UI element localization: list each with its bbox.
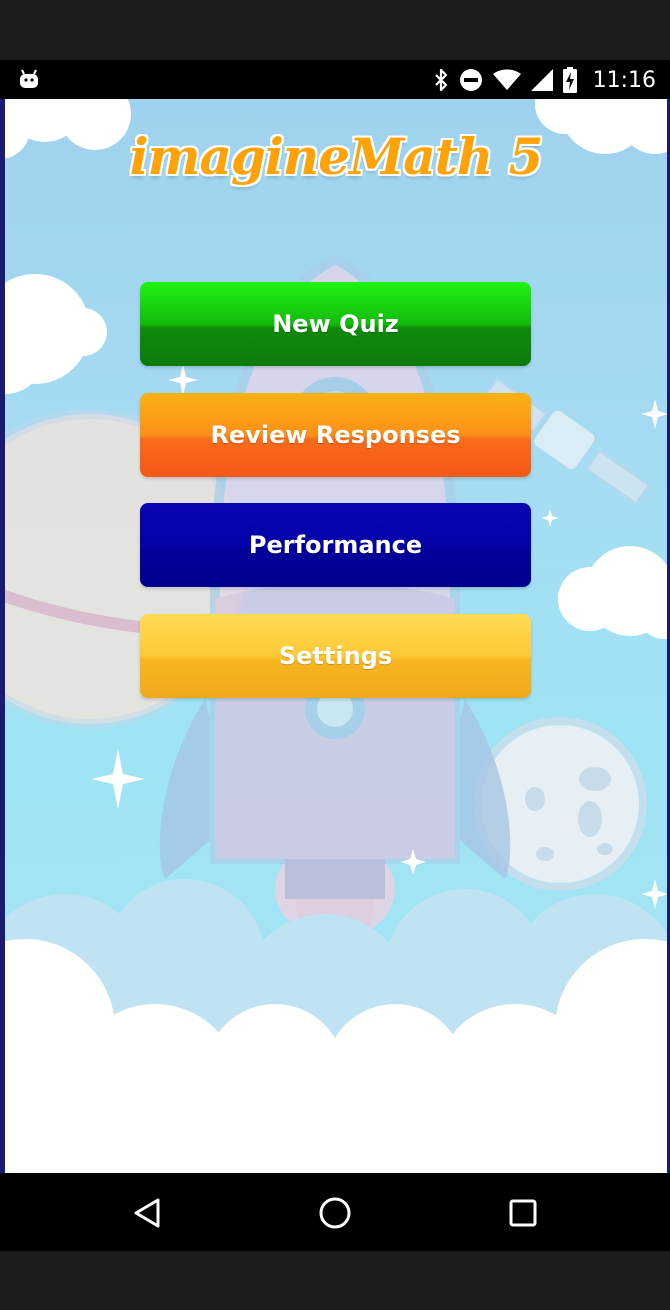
new-quiz-button[interactable]: New Quiz <box>140 282 531 366</box>
android-icon <box>20 69 38 88</box>
battery-charging-icon <box>562 67 577 93</box>
review-responses-button[interactable]: Review Responses <box>140 393 531 477</box>
app-content: imagineMath 5 New Quiz Review Responses … <box>5 99 667 1173</box>
do-not-disturb-icon <box>459 68 483 92</box>
back-icon[interactable] <box>127 1193 167 1233</box>
bluetooth-icon <box>433 68 449 92</box>
status-bar: 11:16 <box>0 60 670 99</box>
app-screen: imagineMath 5 New Quiz Review Responses … <box>0 99 670 1173</box>
app-title-logo: imagineMath 5 <box>129 127 544 186</box>
performance-button[interactable]: Performance <box>140 503 531 587</box>
top-black-bar <box>0 0 670 60</box>
clock: 11:16 <box>592 67 656 93</box>
navigation-bar <box>0 1173 670 1251</box>
side-cloud-left <box>5 274 107 394</box>
recents-icon[interactable] <box>503 1193 543 1233</box>
home-icon[interactable] <box>315 1193 355 1233</box>
side-cloud-right <box>558 546 667 639</box>
signal-icon <box>530 69 553 91</box>
settings-button[interactable]: Settings <box>140 614 531 698</box>
bottom-black-bar <box>0 1251 670 1310</box>
wifi-icon <box>492 69 521 91</box>
